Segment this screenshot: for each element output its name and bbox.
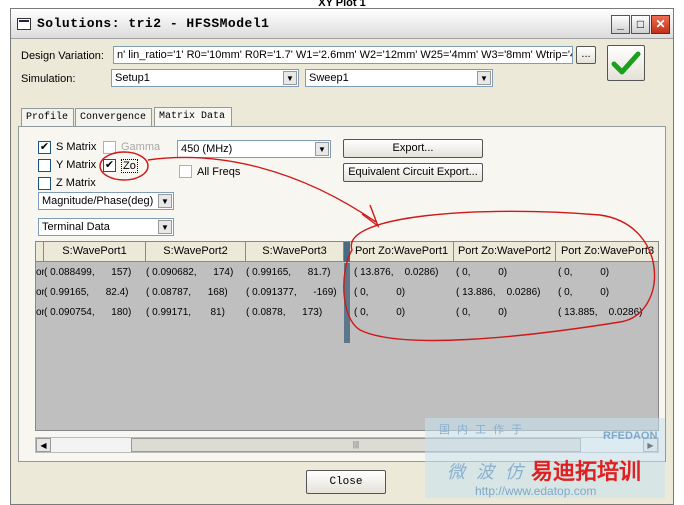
watermark-brand-en: RFEDAON — [603, 430, 658, 442]
watermark-line1: 国 内 工 作 于 — [439, 424, 525, 436]
watermark-mw-cn: 微 波 仿 — [447, 462, 527, 482]
watermark-area: 国 内 工 作 于 RFEDAON 微 波 仿 易迪拓培训 http://www… — [425, 418, 665, 498]
red-arrowhead — [361, 204, 380, 229]
red-loop-zo-columns — [343, 210, 656, 342]
watermark-url: http://www.edatop.com — [475, 484, 597, 498]
red-circle-zo — [99, 151, 149, 181]
watermark-brand-cn: 易迪拓培训 — [531, 459, 642, 484]
red-arrow-line — [147, 156, 377, 223]
